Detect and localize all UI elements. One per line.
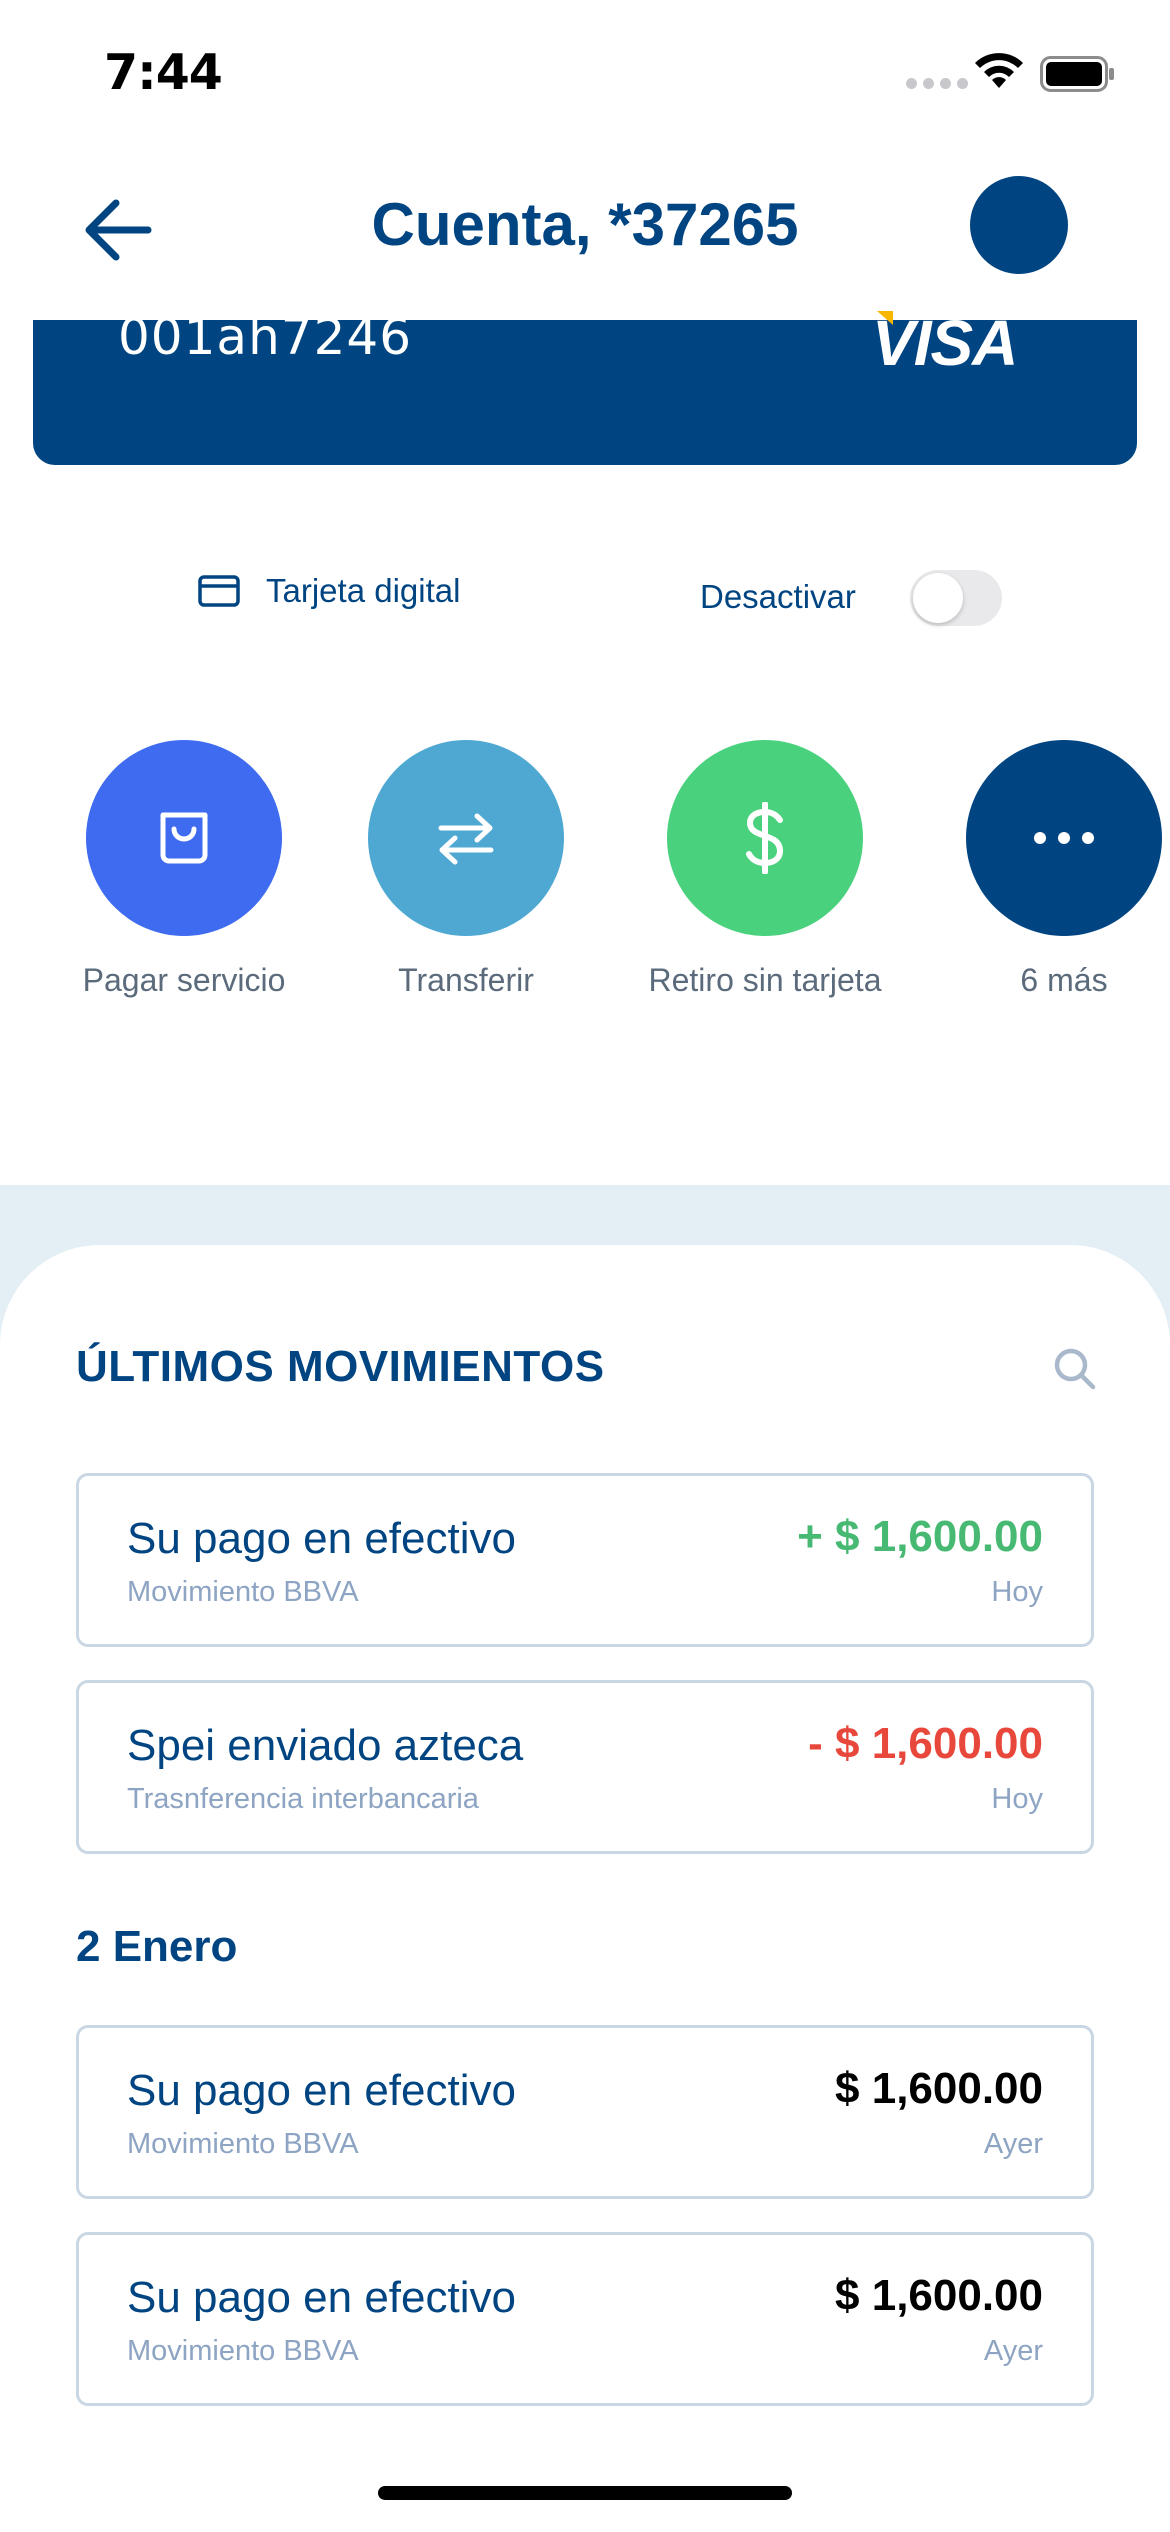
action-pagar-servicio[interactable]: Pagar servicio — [34, 740, 334, 999]
action-label: Pagar servicio — [82, 962, 286, 998]
movement-title: Spei enviado azteca — [127, 1721, 524, 1770]
deactivate-toggle[interactable] — [910, 570, 1002, 626]
avatar[interactable] — [970, 176, 1068, 274]
action-retiro-sin-tarjeta[interactable]: Retiro sin tarjeta — [615, 740, 915, 999]
movement-date: Hoy — [991, 1576, 1043, 1608]
toggle-knob — [913, 573, 963, 623]
movement-title: Su pago en efectivo — [127, 2273, 516, 2322]
action-circle[interactable] — [86, 740, 282, 936]
home-indicator[interactable] — [378, 2486, 792, 2500]
movement-subtitle: Movimiento BBVA — [127, 1576, 359, 1608]
movement-amount: + $ 1,600.00 — [797, 1512, 1043, 1561]
movement-card[interactable]: Spei enviado azteca Trasnferencia interb… — [76, 1680, 1094, 1854]
movement-card[interactable]: Su pago en efectivo Movimiento BBVA + $ … — [76, 1473, 1094, 1647]
wifi-icon — [975, 53, 1023, 88]
action-label: Retiro sin tarjeta — [648, 962, 882, 998]
transfer-arrows-icon — [438, 813, 494, 865]
action-circle[interactable] — [368, 740, 564, 936]
movement-subtitle: Movimiento BBVA — [127, 2128, 359, 2160]
deactivate-label: Desactivar — [700, 578, 856, 615]
header: Cuenta, *37265 — [0, 160, 1170, 290]
movement-amount: $ 1,600.00 — [835, 2271, 1043, 2320]
action-circle[interactable] — [667, 740, 863, 936]
status-time: 7:44 — [104, 44, 223, 101]
action-circle[interactable] — [966, 740, 1162, 936]
movement-date: Ayer — [983, 2335, 1043, 2367]
movement-title: Su pago en efectivo — [127, 2066, 516, 2115]
account-screen: 7:44 Cuenta, *37265 001ah7246 VISA Tarje… — [0, 0, 1170, 2532]
shopping-bag-icon — [160, 812, 208, 864]
movement-subtitle: Trasnferencia interbancaria — [127, 1783, 479, 1815]
movement-amount: - $ 1,600.00 — [808, 1719, 1043, 1768]
digital-card-label: Tarjeta digital — [266, 572, 461, 609]
movement-date: Hoy — [991, 1783, 1043, 1815]
movement-date: Ayer — [983, 2128, 1043, 2160]
more-dots-icon — [1034, 832, 1094, 844]
movement-title: Su pago en efectivo — [127, 1514, 516, 1563]
movement-card[interactable]: Su pago en efectivo Movimiento BBVA $ 1,… — [76, 2232, 1094, 2406]
section-title: ÚLTIMOS MOVIMIENTOS — [76, 1342, 605, 1391]
status-bar: 7:44 — [0, 0, 1170, 140]
digital-card-button[interactable]: Tarjeta digital — [198, 572, 460, 610]
credit-card-icon — [198, 575, 240, 607]
action-label: 6 más — [1020, 962, 1108, 998]
movement-amount: $ 1,600.00 — [835, 2064, 1043, 2113]
search-icon[interactable] — [1050, 1344, 1100, 1394]
quick-actions: Pagar servicio Transferir Retiro sin tar… — [0, 740, 1170, 1010]
dollar-icon — [746, 802, 784, 874]
date-group-heading: 2 Enero — [76, 1922, 238, 1971]
movement-subtitle: Movimiento BBVA — [127, 2335, 359, 2367]
card-number: 001ah7246 — [118, 308, 413, 366]
visa-logo: VISA — [872, 307, 1018, 379]
action-label: Transferir — [398, 962, 534, 998]
card-options-row: Tarjeta digital Desactivar — [0, 560, 1170, 635]
cellular-signal-icon — [906, 78, 968, 89]
action-transferir[interactable]: Transferir — [316, 740, 616, 999]
battery-icon — [1040, 56, 1114, 92]
action-mas[interactable]: 6 más — [914, 740, 1170, 999]
movement-card[interactable]: Su pago en efectivo Movimiento BBVA $ 1,… — [76, 2025, 1094, 2199]
